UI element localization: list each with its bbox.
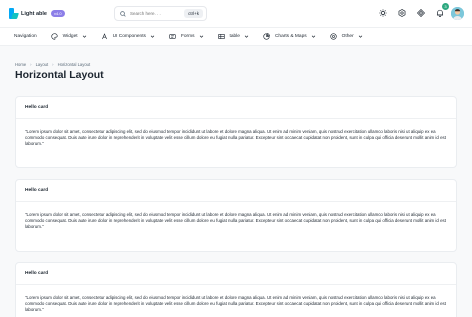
card-body-text: "Lorem ipsum dolor sit amet, consectetur… (25, 129, 446, 147)
hub-icon (417, 9, 425, 17)
version-badge: v4.0 (50, 10, 65, 17)
table-icon (217, 33, 225, 40)
hello-card: Hello card "Lorem ipsum dolor sit amet, … (15, 96, 457, 168)
card-body-text: "Lorem ipsum dolor sit amet, consectetur… (25, 212, 446, 230)
nav-item-widget[interactable]: Widget (51, 33, 87, 40)
settings-icon (398, 9, 406, 17)
top-header: Light able v4.0 ctrl+k 3 (0, 0, 472, 27)
search-icon (120, 10, 126, 17)
forms-icon (169, 33, 176, 40)
nav-item-ui-components[interactable]: UI Components (101, 33, 155, 40)
palette-icon (51, 33, 58, 40)
hello-card: Hello card "Lorem ipsum dolor sit amet, … (15, 179, 457, 252)
brand-name: Light able (21, 10, 47, 17)
settings-button[interactable] (394, 5, 410, 21)
nav-item-table[interactable]: table (217, 33, 249, 40)
nav-item-label: Forms (180, 34, 195, 39)
card-title: Hello card (16, 97, 456, 119)
breadcrumb-current: Horizontal Layout (57, 62, 91, 67)
nav-item-label: table (229, 34, 240, 39)
notification-count: 3 (442, 3, 449, 10)
chevron-down-icon (358, 34, 363, 39)
theme-toggle-button[interactable] (375, 5, 391, 21)
sun-icon (379, 9, 387, 17)
logo-mark-icon (9, 8, 19, 19)
chevron-down-icon (244, 34, 249, 39)
horizontal-nav: Navigation Widget UI Components Forms ta… (0, 27, 472, 46)
apps-button[interactable] (413, 5, 429, 21)
brand-logo[interactable]: Light able v4.0 (9, 8, 65, 19)
nav-item-charts-maps[interactable]: Charts & Maps (263, 33, 316, 40)
page-title: Horizontal Layout (15, 69, 104, 81)
chevron-down-icon (82, 34, 87, 39)
search-input[interactable] (130, 11, 180, 16)
nav-item-label: UI Components (112, 34, 146, 39)
search-shortcut: ctrl+k (184, 9, 203, 18)
nav-item-label: Other (341, 34, 354, 39)
nav-item-label: Widget (62, 34, 78, 39)
search-box[interactable]: ctrl+k (114, 6, 207, 21)
breadcrumb-section[interactable]: Layout (36, 62, 49, 67)
card-title: Hello card (16, 263, 456, 285)
hello-card: Hello card "Lorem ipsum dolor sit amet, … (15, 262, 457, 317)
breadcrumb: Home › Layout › Horizontal Layout (15, 62, 94, 67)
chevron-down-icon (199, 34, 204, 39)
breadcrumb-home[interactable]: Home (15, 62, 26, 67)
nav-item-label: Charts & Maps (274, 34, 307, 39)
avatar-image (451, 6, 464, 20)
chevron-right-icon: › (52, 62, 54, 67)
nav-item-forms[interactable]: Forms (169, 33, 204, 40)
chart-icon (263, 33, 270, 40)
card-body-text: "Lorem ipsum dolor sit amet, consectetur… (25, 295, 446, 313)
chevron-down-icon (150, 34, 155, 39)
bell-icon (436, 9, 444, 17)
text-icon (101, 33, 108, 40)
card-title: Hello card (16, 180, 456, 202)
chevron-down-icon (311, 34, 316, 39)
chevron-right-icon: › (30, 62, 32, 67)
nav-item-other[interactable]: Other (330, 33, 363, 40)
notifications-button[interactable]: 3 (432, 3, 449, 21)
other-icon (330, 33, 337, 40)
user-avatar[interactable] (451, 6, 464, 20)
nav-item-label: Navigation (14, 34, 37, 39)
nav-item-navigation[interactable]: Navigation (14, 34, 37, 39)
